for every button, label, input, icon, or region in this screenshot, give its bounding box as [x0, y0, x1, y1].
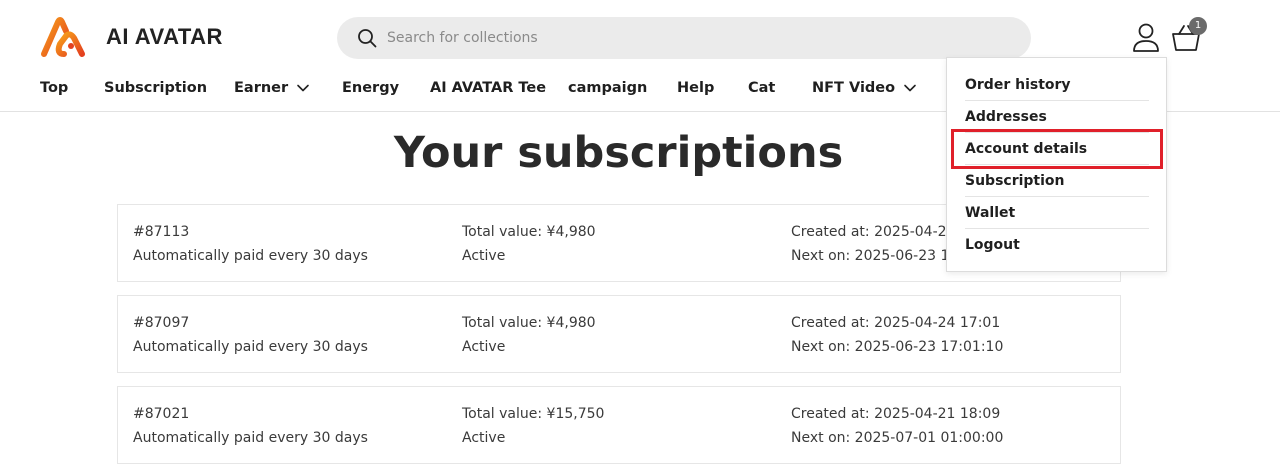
nav-label: Earner	[234, 80, 289, 96]
subscription-card[interactable]: #87097 Automatically paid every 30 days …	[117, 295, 1121, 373]
subscription-schedule: Automatically paid every 30 days	[133, 339, 368, 355]
chevron-down-icon	[297, 84, 309, 92]
search-icon[interactable]	[357, 28, 377, 48]
nav-label: Cat	[748, 80, 776, 96]
subscription-status: Active	[462, 339, 506, 355]
logo-mark-icon	[41, 17, 87, 57]
nav-label: campaign	[568, 80, 648, 96]
user-icon[interactable]	[1130, 22, 1162, 52]
subscription-schedule: Automatically paid every 30 days	[133, 248, 368, 264]
cart-count-badge: 1	[1189, 17, 1207, 35]
logo-text: AI AVATAR	[106, 24, 223, 49]
search-input[interactable]	[387, 30, 987, 46]
chevron-down-icon	[904, 84, 916, 92]
nav-item-cat[interactable]: Cat	[748, 80, 775, 96]
nav-label: AI AVATAR Tee	[430, 80, 547, 96]
nav-item-nft-video[interactable]: NFT Video	[812, 80, 917, 96]
subscription-schedule: Automatically paid every 30 days	[133, 430, 368, 446]
subscription-status: Active	[462, 430, 506, 446]
subscription-created: Created at: 2025-04-24 17:01	[791, 315, 1001, 331]
subscription-created: Created at: 2025-04-21 18:09	[791, 406, 1001, 422]
nav-item-campaign[interactable]: campaign	[568, 80, 647, 96]
nav-item-top[interactable]: Top	[40, 80, 68, 96]
subscription-id: #87097	[133, 315, 190, 331]
nav-item-earner[interactable]: Earner	[234, 80, 310, 96]
nav-item-help[interactable]: Help	[677, 80, 714, 96]
nav-label: NFT Video	[812, 80, 896, 96]
subscription-total: Total value: ¥4,980	[462, 224, 596, 240]
subscription-created: Created at: 2025-04-2	[791, 224, 947, 240]
site-logo[interactable]: AI AVATAR	[38, 14, 223, 60]
subscription-next: Next on: 2025-07-01 01:00:00	[791, 430, 1004, 446]
menu-item-subscription[interactable]: Subscription	[965, 165, 1149, 197]
nav-item-ai-avatar-tee[interactable]: AI AVATAR Tee	[430, 80, 546, 96]
subscription-total: Total value: ¥4,980	[462, 315, 596, 331]
subscription-status: Active	[462, 248, 506, 264]
subscription-total: Total value: ¥15,750	[462, 406, 605, 422]
nav-label: Energy	[342, 80, 400, 96]
nav-label: Top	[40, 80, 69, 96]
subscription-card[interactable]: #87021 Automatically paid every 30 days …	[117, 386, 1121, 464]
subscription-id: #87113	[133, 224, 190, 240]
subscription-next: Next on: 2025-06-23 1	[791, 248, 950, 264]
menu-item-logout[interactable]: Logout	[965, 229, 1149, 261]
nav-item-subscription[interactable]: Subscription	[104, 80, 207, 96]
subscription-id: #87021	[133, 406, 190, 422]
nav-label: Help	[677, 80, 715, 96]
menu-item-wallet[interactable]: Wallet	[965, 197, 1149, 229]
menu-item-order-history[interactable]: Order history	[965, 69, 1149, 101]
highlight-box	[951, 129, 1163, 169]
nav-label: Subscription	[104, 80, 208, 96]
search-bar[interactable]	[337, 17, 1031, 59]
nav-item-energy[interactable]: Energy	[342, 80, 399, 96]
subscription-next: Next on: 2025-06-23 17:01:10	[791, 339, 1004, 355]
